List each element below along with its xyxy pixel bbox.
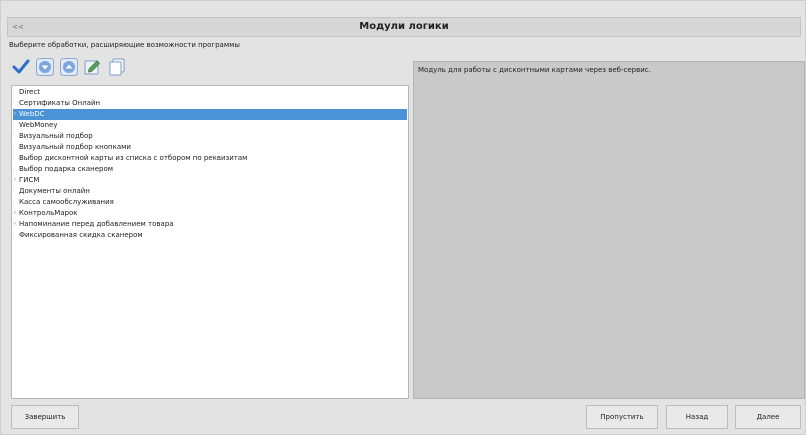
modules-list[interactable]: · Direct · Сертификаты Онлайн ✓ WebDC · WebM… [11, 85, 409, 399]
list-item-label: Визуальный подбор кнопками [19, 143, 131, 151]
list-item-label: Касса самообслуживания [19, 198, 114, 206]
list-item-label: Визуальный подбор [19, 132, 93, 140]
list-item-label: КонтрольМарок [19, 209, 78, 217]
list-item[interactable]: · Фиксированная скидка сканером [13, 230, 407, 241]
list-item[interactable]: ✓ Напоминание перед добавлением товара [13, 219, 407, 230]
description-panel: Модуль для работы с дисконтными картами … [413, 61, 805, 399]
list-item-label: Фиксированная скидка сканером [19, 231, 143, 239]
logic-modules-window: << Модули логики Выберите обработки, рас… [0, 0, 806, 435]
list-item[interactable]: ✓ КонтрольМарок [13, 208, 407, 219]
finish-button[interactable]: Завершить [11, 405, 79, 429]
move-down-button[interactable] [35, 57, 55, 77]
list-item-label: Direct [19, 88, 40, 96]
arrow-up-icon [59, 57, 79, 77]
list-item-label: WebDC [19, 110, 45, 118]
list-item-label: Документы онлайн [19, 187, 90, 195]
list-item[interactable]: · Сертификаты Онлайн [13, 98, 407, 109]
arrow-down-icon [35, 57, 55, 77]
list-item[interactable]: ✓ ГИСМ [13, 175, 407, 186]
copy-button[interactable] [107, 57, 127, 77]
edit-icon [83, 57, 103, 77]
instruction-text: Выберите обработки, расширяющие возможно… [9, 41, 240, 49]
back-button[interactable]: Назад [666, 405, 728, 429]
copy-icon [107, 57, 127, 77]
title-bar: << Модули логики [7, 17, 801, 37]
list-item-selected[interactable]: ✓ WebDC [13, 109, 407, 120]
list-item[interactable]: · Выбор дисконтной карты из списка с отбо… [13, 153, 407, 164]
list-item[interactable]: · Выбор подарка сканером [13, 164, 407, 175]
list-item-label: WebMoney [19, 121, 58, 129]
list-item[interactable]: · Direct [13, 87, 407, 98]
list-item-label: Напоминание перед добавлением товара [19, 220, 174, 228]
window-title: Модули логики [359, 21, 449, 32]
list-item[interactable]: · Визуальный подбор кнопками [13, 142, 407, 153]
module-description: Модуль для работы с дисконтными картами … [418, 66, 651, 74]
skip-button[interactable]: Пропустить [586, 405, 658, 429]
list-item-label: Выбор дисконтной карты из списка с отбор… [19, 154, 248, 162]
list-item-label: ГИСМ [19, 176, 40, 184]
move-up-button[interactable] [59, 57, 79, 77]
list-item[interactable]: · Документы онлайн [13, 186, 407, 197]
check-all-button[interactable] [11, 57, 31, 77]
list-item-label: Сертификаты Онлайн [19, 99, 101, 107]
check-icon [11, 57, 31, 77]
list-item[interactable]: · WebMoney [13, 120, 407, 131]
edit-button[interactable] [83, 57, 103, 77]
list-item[interactable]: · Касса самообслуживания [13, 197, 407, 208]
list-toolbar [11, 57, 141, 81]
list-item[interactable]: · Визуальный подбор [13, 131, 407, 142]
list-item-label: Выбор подарка сканером [19, 165, 114, 173]
next-button[interactable]: Далее [735, 405, 801, 429]
